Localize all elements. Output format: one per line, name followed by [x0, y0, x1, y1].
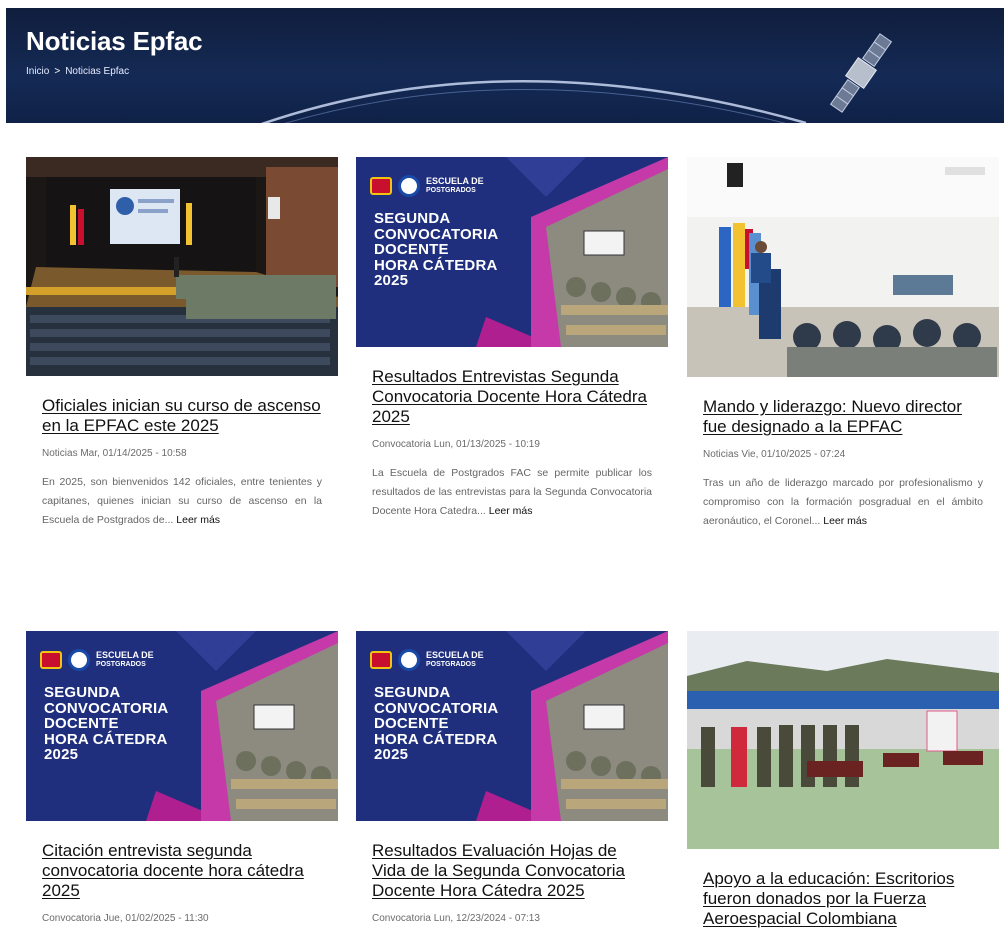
news-card-meta: Convocatoria Lun, 12/23/2024 - 07:13 — [372, 913, 540, 924]
school-name: ESCUELA DE POSTGRADOS — [426, 650, 484, 669]
promo-logos: ESCUELA DE POSTGRADOS — [370, 649, 484, 671]
fac-emblem-icon — [398, 175, 420, 197]
news-card-title[interactable]: Apoyo a la educación: Escritorios fueron… — [687, 869, 999, 929]
read-more-link[interactable]: Leer más — [489, 505, 533, 517]
read-more-link[interactable]: Leer más — [176, 514, 220, 526]
read-more-link[interactable]: Leer más — [823, 515, 867, 527]
news-card: Oficiales inician su curso de ascenso en… — [26, 157, 338, 530]
news-card-title[interactable]: Resultados Entrevistas Segunda Convocato… — [356, 367, 668, 427]
promo-headline: SEGUNDA CONVOCATORIA DOCENTE HORA CÁTEDRA 20… — [374, 210, 499, 289]
breadcrumb-separator: > — [54, 66, 61, 77]
promo-logos: ESCUELA DE POSTGRADOS — [40, 649, 154, 671]
ceremony-photo[interactable] — [687, 157, 999, 377]
promo-graphic[interactable]: ESCUELA DE POSTGRADOS SEGUNDA CONVOCATORIA… — [26, 631, 338, 821]
page-title: Noticias Epfac — [26, 26, 203, 56]
news-card-meta: Convocatoria Lun, 01/13/2025 - 10:19 — [372, 439, 540, 450]
school-crest-icon — [40, 651, 62, 669]
school-name: ESCUELA DE POSTGRADOS — [426, 176, 484, 195]
news-card: Apoyo a la educación: Escritorios fueron… — [687, 631, 999, 929]
page-banner: Noticias Epfac Inicio > Noticias Epfac — [6, 8, 1004, 123]
news-card: ESCUELA DE POSTGRADOS SEGUNDA CONVOCATORIA… — [26, 631, 338, 924]
news-card-excerpt: La Escuela de Postgrados FAC se permite … — [356, 464, 668, 521]
school-name: ESCUELA DE POSTGRADOS — [96, 650, 154, 669]
ceremony-image — [687, 157, 999, 377]
news-card-title[interactable]: Resultados Evaluación Hojas de Vida de l… — [356, 841, 668, 901]
breadcrumb-current: Noticias Epfac — [65, 66, 130, 77]
news-card: ESCUELA DE POSTGRADOS SEGUNDA CONVOCATORIA… — [356, 631, 668, 924]
breadcrumb: Inicio > Noticias Epfac — [26, 66, 129, 77]
news-card-meta: Convocatoria Jue, 01/02/2025 - 11:30 — [42, 913, 209, 924]
promo-graphic[interactable]: ESCUELA DE POSTGRADOS SEGUNDA CONVOCATORIA… — [356, 631, 668, 821]
news-card-excerpt: En 2025, son bienvenidos 142 oficiales, … — [26, 473, 338, 530]
news-card: Mando y liderazgo: Nuevo director fue de… — [687, 157, 999, 531]
news-card-title[interactable]: Oficiales inician su curso de ascenso en… — [26, 396, 338, 436]
news-card-title[interactable]: Citación entrevista segunda convocatoria… — [26, 841, 338, 901]
donation-photo[interactable] — [687, 631, 999, 849]
news-card-meta: Noticias Vie, 01/10/2025 - 07:24 — [703, 449, 846, 460]
school-crest-icon — [370, 177, 392, 195]
promo-logos: ESCUELA DE POSTGRADOS — [370, 175, 484, 197]
news-card-title[interactable]: Mando y liderazgo: Nuevo director fue de… — [687, 397, 999, 437]
auditorium-image — [26, 157, 338, 376]
news-card-excerpt: Tras un año de liderazgo marcado por pro… — [687, 474, 999, 531]
auditorium-photo[interactable] — [26, 157, 338, 376]
promo-headline: SEGUNDA CONVOCATORIA DOCENTE HORA CÁTEDRA 20… — [44, 684, 169, 763]
breadcrumb-home-link[interactable]: Inicio — [26, 66, 49, 77]
fac-emblem-icon — [398, 649, 420, 671]
donation-image — [687, 631, 999, 849]
promo-headline: SEGUNDA CONVOCATORIA DOCENTE HORA CÁTEDRA 20… — [374, 684, 499, 763]
news-card-meta: Noticias Mar, 01/14/2025 - 10:58 — [42, 448, 187, 459]
school-crest-icon — [370, 651, 392, 669]
news-card: ESCUELA DE POSTGRADOS SEGUNDA CONVOCATORIA… — [356, 157, 668, 521]
fac-emblem-icon — [68, 649, 90, 671]
promo-graphic[interactable]: ESCUELA DE POSTGRADOS SEGUNDA CONVOCATORIA… — [356, 157, 668, 347]
satellite-icon — [829, 33, 893, 113]
